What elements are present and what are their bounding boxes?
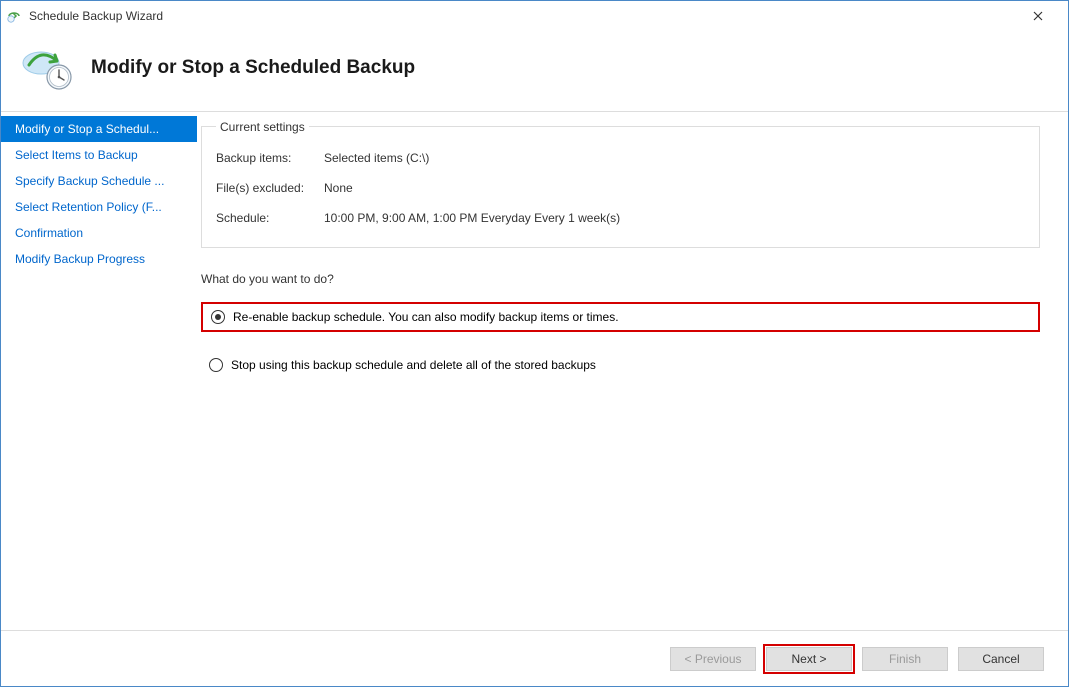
previous-button[interactable]: < Previous bbox=[670, 647, 756, 671]
next-button[interactable]: Next > bbox=[766, 647, 852, 671]
question-label: What do you want to do? bbox=[201, 272, 1040, 286]
settings-row-files-excluded: File(s) excluded: None bbox=[216, 173, 1025, 203]
cancel-button[interactable]: Cancel bbox=[958, 647, 1044, 671]
settings-label: Schedule: bbox=[216, 211, 324, 225]
header-banner: Modify or Stop a Scheduled Backup bbox=[1, 31, 1068, 112]
radio-icon bbox=[209, 358, 223, 372]
settings-row-backup-items: Backup items: Selected items (C:\) bbox=[216, 143, 1025, 173]
sidebar-item-label: Confirmation bbox=[15, 226, 83, 240]
backup-clock-icon bbox=[19, 43, 75, 93]
sidebar-item-modify-progress[interactable]: Modify Backup Progress bbox=[1, 246, 197, 272]
content-area: Modify or Stop a Schedul... Select Items… bbox=[1, 112, 1068, 631]
sidebar-item-confirmation[interactable]: Confirmation bbox=[1, 220, 197, 246]
page-title: Modify or Stop a Scheduled Backup bbox=[91, 57, 415, 79]
option-label: Re-enable backup schedule. You can also … bbox=[233, 310, 619, 324]
settings-label: Backup items: bbox=[216, 151, 324, 165]
wizard-steps-sidebar: Modify or Stop a Schedul... Select Items… bbox=[1, 112, 197, 631]
settings-value: None bbox=[324, 181, 353, 195]
close-button[interactable] bbox=[1015, 2, 1060, 30]
sidebar-item-modify-stop[interactable]: Modify or Stop a Schedul... bbox=[1, 116, 197, 142]
finish-button[interactable]: Finish bbox=[862, 647, 948, 671]
titlebar: Schedule Backup Wizard bbox=[1, 1, 1068, 31]
radio-icon bbox=[211, 310, 225, 324]
main-panel: Current settings Backup items: Selected … bbox=[197, 112, 1068, 631]
wizard-footer: < Previous Next > Finish Cancel bbox=[1, 630, 1068, 686]
settings-value: 10:00 PM, 9:00 AM, 1:00 PM Everyday Ever… bbox=[324, 211, 620, 225]
option-label: Stop using this backup schedule and dele… bbox=[231, 358, 596, 372]
app-icon bbox=[7, 8, 23, 24]
sidebar-item-select-items[interactable]: Select Items to Backup bbox=[1, 142, 197, 168]
sidebar-item-label: Modify or Stop a Schedul... bbox=[15, 122, 159, 136]
settings-row-schedule: Schedule: 10:00 PM, 9:00 AM, 1:00 PM Eve… bbox=[216, 203, 1025, 233]
sidebar-item-label: Select Items to Backup bbox=[15, 148, 138, 162]
option-stop-schedule[interactable]: Stop using this backup schedule and dele… bbox=[201, 352, 1040, 378]
sidebar-item-label: Select Retention Policy (F... bbox=[15, 200, 162, 214]
settings-label: File(s) excluded: bbox=[216, 181, 324, 195]
sidebar-item-label: Modify Backup Progress bbox=[15, 252, 145, 266]
settings-legend: Current settings bbox=[216, 120, 309, 134]
sidebar-item-label: Specify Backup Schedule ... bbox=[15, 174, 164, 188]
settings-value: Selected items (C:\) bbox=[324, 151, 429, 165]
option-reenable-schedule[interactable]: Re-enable backup schedule. You can also … bbox=[201, 302, 1040, 332]
window-title: Schedule Backup Wizard bbox=[29, 9, 1015, 23]
sidebar-item-retention-policy[interactable]: Select Retention Policy (F... bbox=[1, 194, 197, 220]
current-settings-group: Current settings Backup items: Selected … bbox=[201, 126, 1040, 248]
sidebar-item-specify-schedule[interactable]: Specify Backup Schedule ... bbox=[1, 168, 197, 194]
